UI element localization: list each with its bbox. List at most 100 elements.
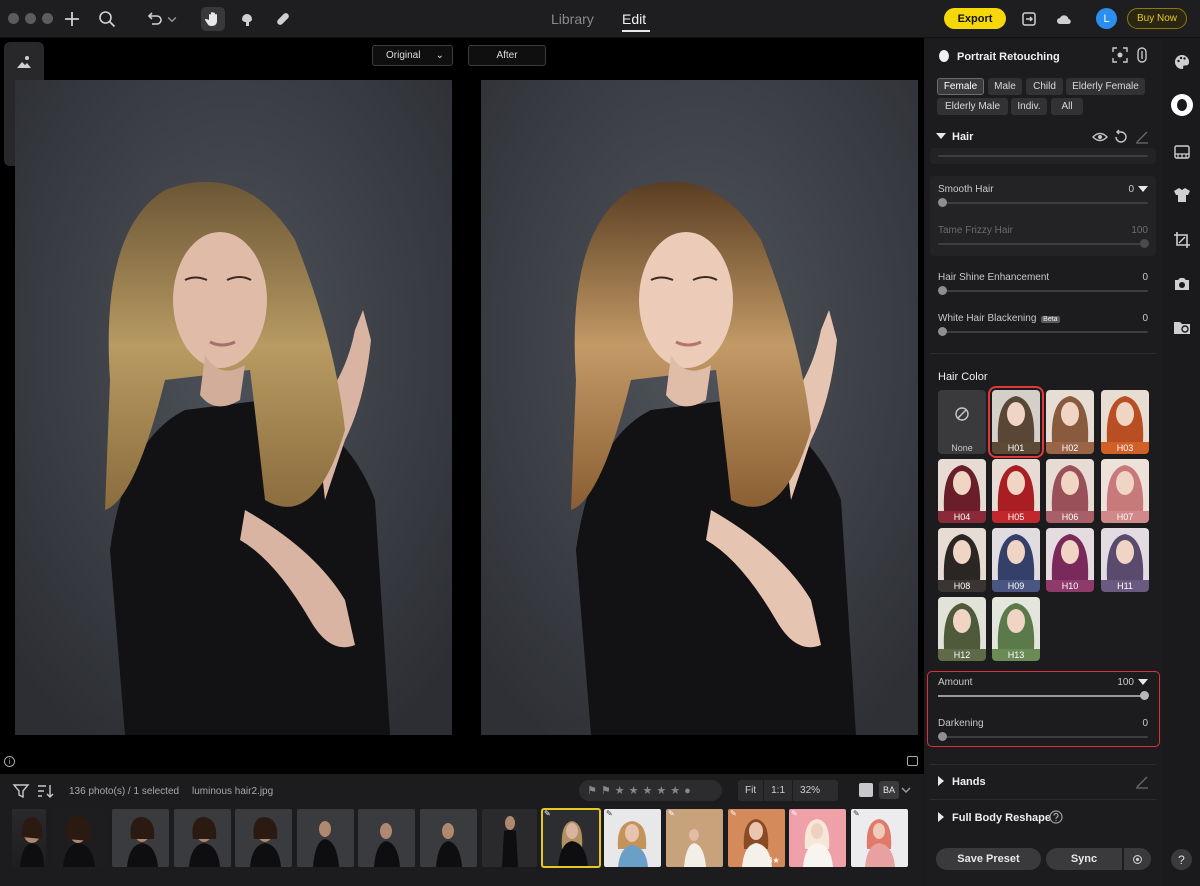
film-thumbnail[interactable] (235, 809, 292, 867)
undo-history-chevron-icon[interactable] (165, 8, 179, 30)
film-thumbnail[interactable] (174, 809, 231, 867)
hair-color-swatch-h01[interactable]: H01 (988, 386, 1044, 458)
before-after-icon[interactable]: BA (879, 781, 899, 799)
slider-knob-amount[interactable] (1140, 691, 1149, 700)
hair-color-swatch-h12[interactable]: H12 (938, 597, 986, 661)
hair-color-swatch-h06[interactable]: H06 (1046, 459, 1094, 523)
tab-edit[interactable]: Edit (622, 11, 646, 27)
slider-value-amount[interactable]: 100 (1104, 677, 1134, 688)
slider-value-white-hair[interactable]: 0 (1118, 313, 1148, 324)
window-controls[interactable] (8, 13, 53, 24)
palette-icon[interactable] (1172, 52, 1192, 72)
slider-value-smooth-hair[interactable]: 0 (1110, 184, 1134, 195)
eye-icon[interactable] (1092, 129, 1108, 145)
camera-icon[interactable] (1172, 274, 1192, 294)
film-thumbnail[interactable]: ✎ 3★ (728, 809, 785, 867)
sort-icon[interactable] (36, 782, 54, 800)
rating-bar[interactable]: ⚑ ⚑ ★ ★ ★ ★ ★ ● (579, 780, 722, 801)
section-hands[interactable]: Hands (952, 776, 986, 788)
slider-track-white-hair[interactable] (938, 331, 1148, 333)
hair-color-swatch-h07[interactable]: H07 (1101, 459, 1149, 523)
slider-value-hair-shine[interactable]: 0 (1118, 272, 1148, 283)
help-circle-icon[interactable] (1049, 810, 1063, 824)
slider-track[interactable] (938, 155, 1148, 157)
slider-track-darkening[interactable] (938, 736, 1148, 738)
portrait-retouch-icon[interactable] (1171, 94, 1193, 116)
caret-down-icon[interactable] (1137, 183, 1149, 195)
film-thumbnail[interactable] (358, 809, 415, 867)
export-button[interactable]: Export (944, 8, 1006, 29)
filter-icon[interactable] (12, 782, 30, 800)
filter-chip-individual[interactable]: Indiv. (1011, 98, 1047, 115)
zoom-1to1-button[interactable]: 1:1 (764, 780, 794, 801)
folder-preview-icon[interactable] (1172, 317, 1192, 337)
star-icon[interactable]: ★ (670, 784, 680, 797)
chevron-down-icon[interactable] (900, 784, 912, 796)
crop-icon[interactable] (1172, 230, 1192, 250)
add-icon[interactable] (61, 8, 83, 30)
slider-track-amount[interactable] (938, 695, 1148, 697)
filter-chip-all[interactable]: All (1051, 98, 1083, 115)
zoom-fit-button[interactable]: Fit (738, 780, 765, 801)
eraser-icon[interactable] (1134, 774, 1150, 790)
background-icon[interactable] (1172, 142, 1192, 162)
hair-color-swatch-h11[interactable]: H11 (1101, 528, 1149, 592)
cloud-icon[interactable] (1053, 8, 1075, 30)
hair-color-swatch-h13[interactable]: H13 (992, 597, 1040, 661)
hair-color-swatch-none[interactable]: None (938, 390, 986, 454)
tab-library[interactable]: Library (551, 11, 594, 27)
sync-settings-button[interactable] (1124, 848, 1151, 870)
hair-color-swatch-h08[interactable]: H08 (938, 528, 986, 592)
hair-color-swatch-h02[interactable]: H02 (1046, 390, 1094, 454)
share-panel-icon[interactable] (1018, 8, 1040, 30)
slider-track-smooth-hair[interactable] (938, 202, 1148, 204)
film-thumbnail[interactable]: ✎ (604, 809, 661, 867)
hair-color-swatch-h10[interactable]: H10 (1046, 528, 1094, 592)
hand-tool-icon[interactable] (201, 7, 225, 31)
flag-icon[interactable]: ⚑ (587, 784, 597, 797)
film-thumbnail[interactable]: ✎ (789, 809, 846, 867)
hair-color-swatch-h03[interactable]: H03 (1101, 390, 1149, 454)
single-view-icon[interactable] (858, 782, 874, 798)
star-icon[interactable]: ★ (643, 784, 653, 797)
film-thumbnail[interactable] (420, 809, 477, 867)
clothing-icon[interactable] (1172, 185, 1192, 205)
section-full-body-reshape[interactable]: Full Body Reshape (952, 812, 1051, 824)
caret-down-icon[interactable] (1137, 676, 1149, 688)
film-thumbnail[interactable] (12, 809, 46, 867)
hair-color-swatch-h09[interactable]: H09 (992, 528, 1040, 592)
search-icon[interactable] (96, 8, 118, 30)
ai-portrait-icon[interactable] (13, 51, 35, 73)
avatar[interactable]: L (1096, 8, 1117, 29)
film-thumbnail[interactable] (51, 809, 106, 867)
buy-now-button[interactable]: Buy Now (1127, 8, 1187, 29)
star-icon[interactable]: ★ (656, 784, 666, 797)
film-thumbnail[interactable] (297, 809, 354, 867)
reset-icon[interactable] (1113, 129, 1129, 145)
reject-flag-icon[interactable]: ⚑ (601, 784, 611, 797)
zoom-level-dropdown[interactable]: 32% (793, 780, 838, 801)
eraser-icon[interactable] (1134, 129, 1150, 145)
film-thumbnail[interactable]: ✎ (666, 809, 723, 867)
slider-knob-smooth-hair[interactable] (938, 198, 947, 207)
help-icon[interactable]: ? (1171, 849, 1192, 870)
face-detect-icon[interactable] (1112, 47, 1128, 63)
caret-right-icon[interactable] (935, 775, 947, 787)
section-hair[interactable]: Hair (952, 131, 973, 143)
film-thumbnail-selected[interactable]: ✎ (541, 808, 601, 868)
info-icon[interactable]: i (4, 756, 15, 767)
hair-brush-icon[interactable] (236, 8, 258, 30)
undo-icon[interactable] (143, 8, 165, 30)
filter-chip-male[interactable]: Male (988, 78, 1022, 95)
filter-chip-elderly-female[interactable]: Elderly Female (1066, 78, 1145, 95)
view-mode-dropdown[interactable]: Original ⌄ (372, 45, 453, 66)
slider-knob-darkening[interactable] (938, 732, 947, 741)
slider-knob-white-hair[interactable] (938, 327, 947, 336)
slider-value-darkening[interactable]: 0 (1118, 718, 1148, 729)
filter-chip-female[interactable]: Female (937, 78, 984, 95)
film-thumbnail[interactable] (482, 809, 537, 867)
slider-knob-hair-shine[interactable] (938, 286, 947, 295)
sync-button[interactable]: Sync (1046, 848, 1122, 870)
hair-color-swatch-h05[interactable]: H05 (992, 459, 1040, 523)
save-preset-button[interactable]: Save Preset (936, 848, 1041, 870)
